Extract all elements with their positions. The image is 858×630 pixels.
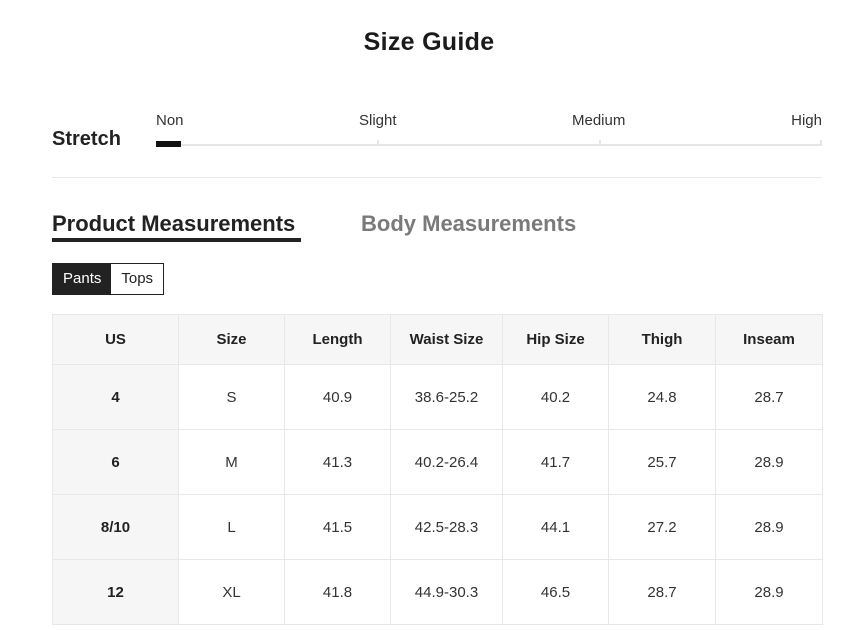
cell-size: XL — [178, 559, 285, 625]
cell-us: 8/10 — [52, 494, 179, 560]
pants-toggle-button[interactable]: Pants — [53, 264, 112, 294]
cell-inseam: 28.9 — [715, 429, 823, 495]
cell-thigh: 25.7 — [608, 429, 716, 495]
divider — [52, 177, 822, 178]
stretch-level-non: Non — [156, 112, 184, 129]
header-us: US — [52, 314, 179, 365]
cell-inseam: 28.9 — [715, 494, 823, 560]
header-hip-size: Hip Size — [502, 314, 609, 365]
cell-us: 4 — [52, 364, 179, 430]
page-title: Size Guide — [363, 28, 495, 56]
stretch-tick — [377, 140, 379, 146]
cell-hip-size: 40.2 — [502, 364, 609, 430]
table-row: 6 M 41.3 40.2-26.4 41.7 25.7 28.9 — [52, 429, 823, 495]
cell-length: 41.3 — [284, 429, 391, 495]
category-toggle: Pants Tops — [52, 263, 165, 295]
stretch-tick — [820, 140, 822, 146]
cell-waist-size: 44.9-30.3 — [390, 559, 503, 625]
cell-thigh: 28.7 — [608, 559, 716, 625]
stretch-level-medium: Medium — [572, 112, 626, 129]
stretch-scale: Non Slight Medium High — [156, 112, 822, 152]
cell-waist-size: 42.5-28.3 — [390, 494, 503, 560]
stretch-indicator — [156, 141, 181, 147]
cell-hip-size: 41.7 — [502, 429, 609, 495]
table-row: 12 XL 41.8 44.9-30.3 46.5 28.7 28.9 — [52, 559, 823, 625]
header-inseam: Inseam — [715, 314, 823, 365]
cell-hip-size: 46.5 — [502, 559, 609, 625]
stretch-level-high: High — [791, 112, 822, 129]
active-tab-underline — [52, 238, 301, 242]
size-table: US Size Length Waist Size Hip Size Thigh… — [52, 314, 823, 625]
cell-size: L — [178, 494, 285, 560]
cell-us: 6 — [52, 429, 179, 495]
cell-length: 40.9 — [284, 364, 391, 430]
cell-inseam: 28.7 — [715, 364, 823, 430]
cell-thigh: 24.8 — [608, 364, 716, 430]
tops-toggle-button[interactable]: Tops — [111, 264, 164, 294]
cell-waist-size: 40.2-26.4 — [390, 429, 503, 495]
stretch-tick — [599, 140, 601, 146]
tab-body-measurements[interactable]: Body Measurements — [361, 211, 576, 237]
cell-size: M — [178, 429, 285, 495]
table-row: 8/10 L 41.5 42.5-28.3 44.1 27.2 28.9 — [52, 494, 823, 560]
cell-length: 41.5 — [284, 494, 391, 560]
header-thigh: Thigh — [608, 314, 716, 365]
stretch-label: Stretch — [52, 128, 121, 150]
header-waist-size: Waist Size — [390, 314, 503, 365]
cell-length: 41.8 — [284, 559, 391, 625]
tab-product-measurements[interactable]: Product Measurements — [52, 211, 295, 237]
stretch-level-slight: Slight — [359, 112, 397, 129]
cell-waist-size: 38.6-25.2 — [390, 364, 503, 430]
table-row: 4 S 40.9 38.6-25.2 40.2 24.8 28.7 — [52, 364, 823, 430]
table-header-row: US Size Length Waist Size Hip Size Thigh… — [52, 314, 823, 365]
header-size: Size — [178, 314, 285, 365]
cell-thigh: 27.2 — [608, 494, 716, 560]
cell-size: S — [178, 364, 285, 430]
cell-hip-size: 44.1 — [502, 494, 609, 560]
cell-us: 12 — [52, 559, 179, 625]
stretch-track — [156, 144, 822, 146]
header-length: Length — [284, 314, 391, 365]
cell-inseam: 28.9 — [715, 559, 823, 625]
